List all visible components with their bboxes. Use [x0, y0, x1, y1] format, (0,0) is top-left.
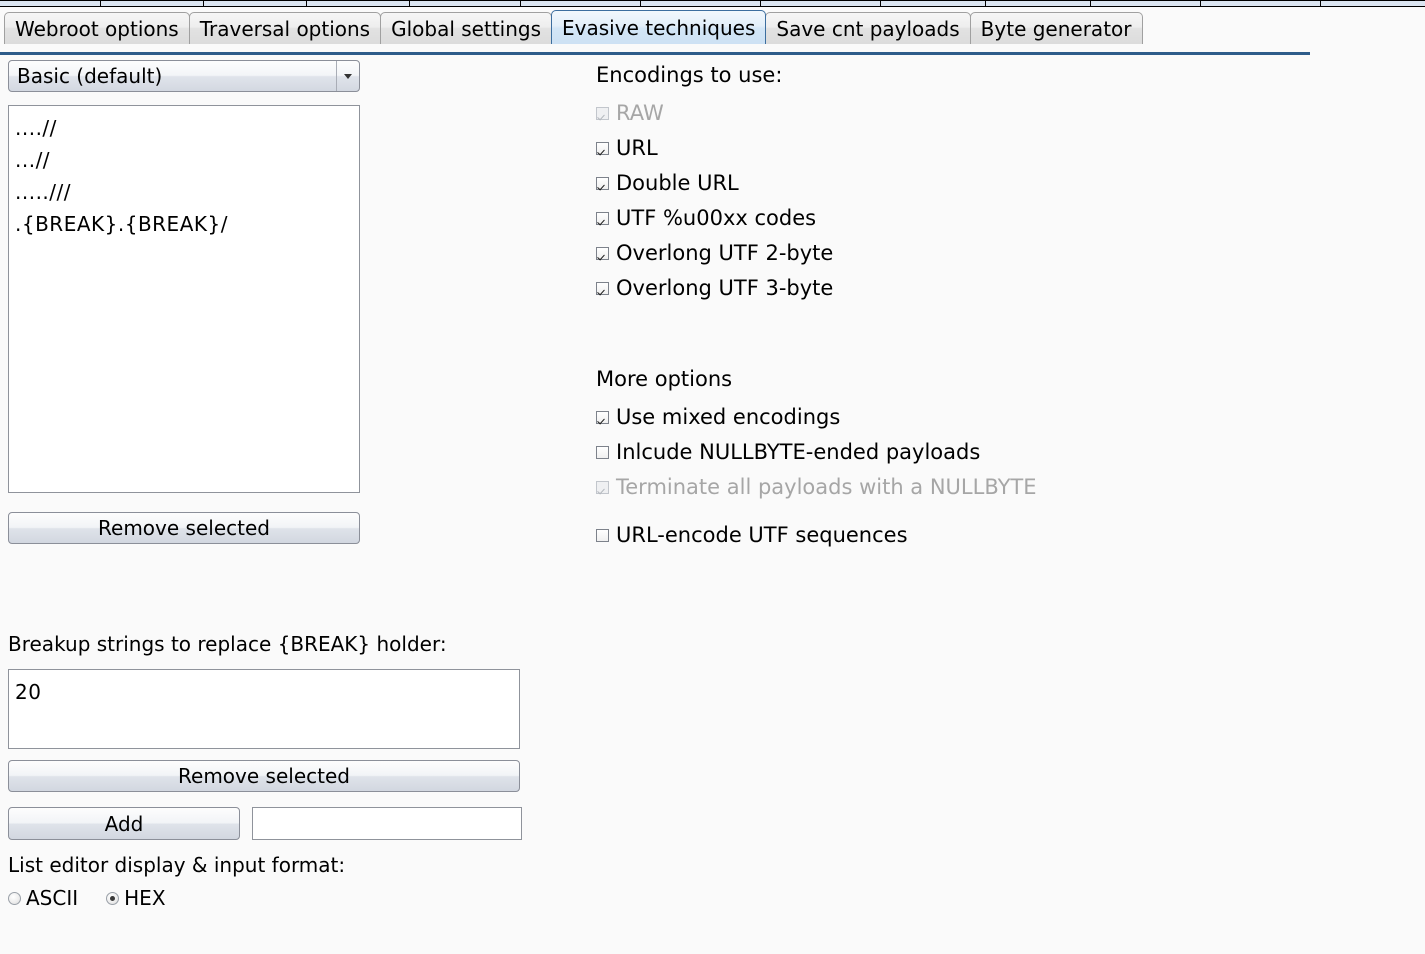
- more-options-title: More options: [596, 367, 733, 391]
- checkbox-indicator[interactable]: [596, 177, 609, 190]
- grid-divider-5: [640, 1, 641, 6]
- checkbox-inlcude-nullbyte-ended-payloads[interactable]: Inlcude NULLBYTE-ended payloads: [596, 435, 1356, 470]
- encodings-title: Encodings to use:: [596, 63, 783, 87]
- grid-divider-6: [760, 1, 761, 6]
- radio-ascii[interactable]: ASCII: [8, 886, 78, 910]
- profile-select[interactable]: Basic (default): [8, 60, 360, 92]
- checkbox-url[interactable]: URL: [596, 131, 1356, 166]
- checkbox-label: Double URL: [616, 171, 739, 195]
- tabs-row: Webroot options Traversal options Global s…: [4, 10, 1143, 44]
- checkbox-overlong-utf-2-byte[interactable]: Overlong UTF 2-byte: [596, 236, 1356, 271]
- list-editor-format-radiogroup: ASCII HEX: [8, 886, 194, 910]
- checkbox-indicator: [596, 481, 609, 494]
- tab-save-cnt-payloads[interactable]: Save cnt payloads: [765, 12, 971, 44]
- radio-label: HEX: [124, 886, 166, 910]
- grid-divider-3: [409, 1, 410, 6]
- checkbox-terminate-all-payloads-with-a-nullbyte: Terminate all payloads with a NULLBYTE: [596, 470, 1356, 505]
- more-options-checkbox-group: Use mixed encodings Inlcude NULLBYTE-ende…: [596, 400, 1356, 505]
- grid-divider-8: [985, 1, 986, 6]
- list-item[interactable]: .{BREAK}.{BREAK}/: [15, 208, 353, 240]
- list-item[interactable]: 20: [15, 676, 513, 708]
- checkbox-label: Use mixed encodings: [616, 405, 841, 429]
- chevron-down-icon[interactable]: [336, 61, 359, 91]
- add-breakup-string-button[interactable]: Add: [8, 807, 240, 840]
- checkbox-indicator: [596, 107, 609, 120]
- remove-selected-traversal-button[interactable]: Remove selected: [8, 512, 360, 544]
- traversal-strings-list[interactable]: ....//...//...../// .{BREAK}.{BREAK}/: [8, 105, 360, 493]
- right-options-panel: Encodings to use: RAW URL Double URL UTF %u…: [596, 60, 1356, 553]
- grid-divider-9: [1090, 1, 1091, 6]
- checkbox-indicator[interactable]: [596, 529, 609, 542]
- list-item[interactable]: ...//: [15, 144, 353, 176]
- remove-selected-breakup-button[interactable]: Remove selected: [8, 760, 520, 792]
- checkbox-overlong-utf-3-byte[interactable]: Overlong UTF 3-byte: [596, 271, 1356, 306]
- list-item[interactable]: .....///: [15, 176, 353, 208]
- checkbox-label: UTF %u00xx codes: [616, 206, 817, 230]
- checkbox-use-mixed-encodings[interactable]: Use mixed encodings: [596, 400, 1356, 435]
- checkbox-raw: RAW: [596, 96, 1356, 131]
- checkbox-utf-u00xx-codes[interactable]: UTF %u00xx codes: [596, 201, 1356, 236]
- upper-grid-strip: [0, 0, 1425, 7]
- checkbox-label: URL: [616, 136, 658, 160]
- checkbox-indicator[interactable]: [596, 411, 609, 424]
- encodings-checkbox-group: RAW URL Double URL UTF %u00xx codes Overlong…: [596, 96, 1356, 306]
- checkbox-indicator[interactable]: [596, 247, 609, 260]
- list-item[interactable]: ....//: [15, 112, 353, 144]
- tab-traversal-options[interactable]: Traversal options: [188, 12, 382, 44]
- grid-divider-10: [1200, 1, 1201, 6]
- breakup-strings-label: Breakup strings to replace {BREAK} holde…: [8, 632, 447, 656]
- checkbox-label: Inlcude NULLBYTE-ended payloads: [616, 440, 981, 464]
- checkbox-indicator[interactable]: [596, 142, 609, 155]
- radio-indicator[interactable]: [8, 891, 21, 905]
- grid-divider-2: [306, 1, 307, 6]
- tab-bar: Webroot options Traversal options Global s…: [0, 10, 1425, 55]
- list-editor-format-label: List editor display & input format:: [8, 853, 346, 877]
- tab-global-settings[interactable]: Global settings: [380, 12, 553, 44]
- checkbox-indicator[interactable]: [596, 212, 609, 225]
- grid-divider-1: [203, 1, 204, 6]
- checkbox-label: Overlong UTF 2-byte: [616, 241, 834, 265]
- grid-divider-7: [880, 1, 881, 6]
- checkbox-label: Overlong UTF 3-byte: [616, 276, 834, 300]
- grid-divider-4: [520, 1, 521, 6]
- checkbox-label: URL-encode UTF sequences: [616, 523, 908, 547]
- checkbox-label: RAW: [616, 101, 664, 125]
- checkbox-label: Terminate all payloads with a NULLBYTE: [616, 475, 1037, 499]
- profile-select-value: Basic (default): [17, 64, 163, 88]
- radio-hex[interactable]: HEX: [106, 886, 166, 910]
- breakup-strings-list[interactable]: 20: [8, 669, 520, 749]
- tab-underline: [0, 52, 1310, 55]
- grid-divider-11: [1320, 1, 1321, 6]
- checkbox-indicator[interactable]: [596, 282, 609, 295]
- tab-evasive-techniques[interactable]: Evasive techniques: [551, 10, 767, 44]
- tab-byte-generator[interactable]: Byte generator: [969, 12, 1143, 44]
- add-breakup-string-input[interactable]: [252, 807, 522, 840]
- grid-divider-0: [100, 1, 101, 6]
- tab-webroot-options[interactable]: Webroot options: [4, 12, 190, 44]
- radio-label: ASCII: [26, 886, 79, 910]
- checkbox-url-encode-utf-sequences[interactable]: URL-encode UTF sequences: [596, 518, 1356, 553]
- radio-indicator[interactable]: [106, 891, 120, 905]
- checkbox-double-url[interactable]: Double URL: [596, 166, 1356, 201]
- checkbox-indicator[interactable]: [596, 446, 609, 459]
- url-encode-option-group: URL-encode UTF sequences: [596, 518, 1356, 553]
